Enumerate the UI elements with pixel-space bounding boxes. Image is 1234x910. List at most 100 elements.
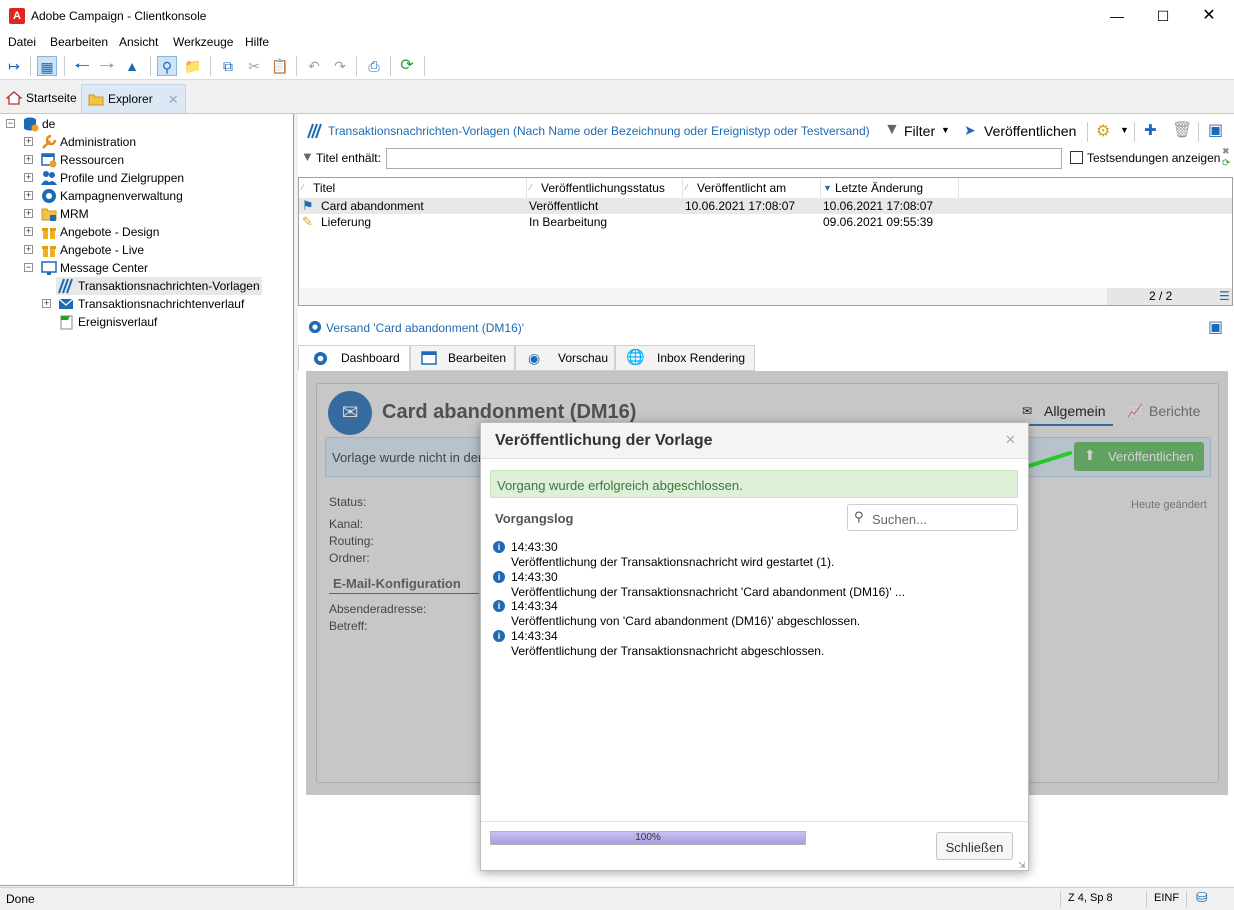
paste-icon[interactable]: 📋 — [270, 56, 290, 76]
minimize-icon[interactable]: — — [1094, 0, 1140, 32]
cell-modified: 10.06.2021 17:08:07 — [823, 199, 934, 213]
redo-icon[interactable]: ↷ — [330, 56, 350, 76]
tree-item-transaktionsnachrichten-vorlagen[interactable]: Transaktionsnachrichten-Vorlagen — [56, 277, 262, 295]
back-arrow-icon[interactable]: 🠐 — [72, 56, 92, 76]
folder-icon — [88, 94, 104, 106]
new-item-icon[interactable]: ✚ — [1144, 121, 1157, 139]
title-filter-input[interactable] — [386, 148, 1062, 169]
log-time: 14:43:34 — [511, 629, 558, 643]
tree-item-profile[interactable]: + Profile und Zielgruppen — [24, 169, 284, 187]
close-tab-icon[interactable]: ✕ — [168, 85, 179, 114]
collapse-icon[interactable]: − — [24, 263, 33, 272]
tab-explorer[interactable]: Explorer ✕ — [81, 84, 186, 113]
log-time: 14:43:34 — [511, 599, 558, 613]
undo-icon[interactable]: ↶ — [304, 56, 324, 76]
cut-icon[interactable]: ✂ — [244, 56, 264, 76]
expand-icon[interactable]: + — [24, 209, 33, 218]
search-view-icon[interactable]: ⚲ — [157, 56, 177, 76]
refresh-filter-icon[interactable]: ⟳ — [1222, 158, 1230, 169]
tree-item-kampagnenverwaltung[interactable]: + Kampagnenverwaltung — [24, 187, 284, 205]
print-icon[interactable]: ⎙ — [364, 56, 384, 76]
clear-filter-icon[interactable]: ✖ — [1222, 146, 1230, 157]
tab-inbox-rendering[interactable]: 🌐 Inbox Rendering — [615, 345, 755, 371]
collapse-icon[interactable]: − — [6, 119, 15, 128]
expand-icon[interactable]: + — [24, 137, 33, 146]
template-icon — [307, 123, 322, 139]
detail-title: Versand 'Card abandonment (DM16)' — [326, 321, 525, 335]
menu-werkzeuge[interactable]: Werkzeuge — [173, 35, 233, 49]
tab-bearbeiten[interactable]: Bearbeiten — [410, 345, 515, 371]
menu-bearbeiten[interactable]: Bearbeiten — [50, 35, 108, 49]
row-count: 2 / 2 — [1149, 289, 1173, 303]
gear-icon[interactable]: ⚙ — [1096, 121, 1110, 141]
forward-arrow-icon[interactable]: 🠒 — [97, 56, 117, 76]
tab-label: Dashboard — [341, 351, 400, 365]
column-label: Veröffentlicht am — [697, 181, 787, 195]
column-header-titel[interactable]: ⁄ Titel — [299, 178, 527, 198]
log-search-input[interactable]: ⚲ Suchen... — [847, 504, 1018, 531]
expand-icon[interactable]: + — [24, 173, 33, 182]
menu-lines-icon[interactable]: ☰ — [1219, 288, 1230, 305]
test-deliveries-checkbox[interactable] — [1070, 151, 1083, 164]
cell-title: Lieferung — [321, 215, 372, 229]
column-header-modified[interactable]: ▼ Letzte Änderung — [821, 178, 959, 198]
progress-label: 100% — [635, 832, 661, 843]
tree-item-transaktionsnachrichtenverlauf[interactable]: + Transaktionsnachrichtenverlauf — [42, 295, 282, 313]
expand-icon[interactable]: + — [24, 227, 33, 236]
tab-vorschau[interactable]: ◉ Vorschau — [515, 345, 615, 371]
copy-icon[interactable]: ⧉ — [218, 56, 238, 76]
chevron-down-icon[interactable]: ▼ — [1120, 125, 1129, 135]
detail-header: Versand 'Card abandonment (DM16)' ▣ — [298, 313, 1234, 341]
table-row[interactable]: ⚑ Card abandonment Veröffentlicht 10.06.… — [299, 198, 1232, 214]
cell-status: In Bearbeitung — [529, 215, 608, 229]
table-row[interactable]: ✎ Lieferung In Bearbeitung 09.06.2021 09… — [299, 214, 1232, 230]
info-icon: i — [493, 600, 505, 612]
tree-item-angebote-design[interactable]: + Angebote - Design — [24, 223, 284, 241]
maximize-icon[interactable]: ☐ — [1140, 0, 1186, 32]
tree-item-message-center[interactable]: − Message Center — [24, 259, 284, 277]
tree-item-angebote-live[interactable]: + Angebote - Live — [24, 241, 284, 259]
folder-icon[interactable]: 📁 — [183, 56, 203, 76]
tab-dashboard[interactable]: Dashboard — [298, 345, 410, 371]
resize-grip-icon[interactable]: ⇲ — [1018, 860, 1026, 871]
home-folder-icon[interactable]: ▲ — [122, 56, 142, 76]
edit-window-icon — [421, 351, 437, 365]
filter-icon: ▼ — [884, 121, 900, 138]
expand-icon[interactable]: + — [24, 191, 33, 200]
menu-datei[interactable]: Datei — [8, 35, 36, 49]
column-header-status[interactable]: ⁄ Veröffentlichungsstatus — [527, 178, 683, 198]
filter-button[interactable]: Filter — [904, 123, 935, 139]
publish-list-button[interactable]: Veröffentlichen — [984, 123, 1076, 139]
close-window-icon[interactable]: ✕ — [1186, 0, 1232, 32]
cell-status: Veröffentlicht — [529, 199, 599, 213]
close-icon[interactable]: ✕ — [1005, 432, 1016, 448]
envelope-icon — [58, 298, 74, 309]
expand-icon[interactable]: + — [42, 299, 51, 308]
column-header-published[interactable]: ⁄ Veröffentlicht am — [683, 178, 821, 198]
chevron-down-icon[interactable]: ▼ — [941, 125, 950, 135]
tab-startseite[interactable]: Startseite — [0, 84, 83, 113]
tree-item-mrm[interactable]: + MRM — [24, 205, 284, 223]
expand-icon[interactable]: + — [24, 245, 33, 254]
delete-icon[interactable]: 🗑 — [1172, 120, 1192, 140]
refresh-icon[interactable]: ⟳ — [397, 56, 417, 76]
sort-desc-icon: ▼ — [823, 183, 832, 193]
maximize-panel-icon[interactable]: ▣ — [1208, 120, 1223, 140]
menu-ansicht[interactable]: Ansicht — [119, 35, 158, 49]
tree-item-label: Ressourcen — [60, 153, 125, 167]
menu-hilfe[interactable]: Hilfe — [245, 35, 269, 49]
tree-root-de[interactable]: − de — [6, 115, 106, 133]
wrench-icon — [42, 134, 57, 149]
navigation-tree: − de + Administration + Ressourcen + Pro… — [0, 114, 294, 886]
pencil-icon: ✎ — [302, 214, 313, 229]
expand-icon[interactable]: + — [24, 155, 33, 164]
log-list: i 14:43:30 Veröffentlichung der Transakt… — [493, 539, 1013, 669]
maximize-detail-icon[interactable]: ▣ — [1208, 317, 1223, 337]
filter-row: ▼ Titel enthält: Testsendungen anzeigen … — [298, 146, 1234, 174]
tree-item-ressourcen[interactable]: + Ressourcen — [24, 151, 284, 169]
tree-item-ereignisverlauf[interactable]: Ereignisverlauf — [58, 313, 258, 331]
close-button[interactable]: Schließen — [936, 832, 1013, 860]
tree-item-administration[interactable]: + Administration — [24, 133, 284, 151]
login-icon[interactable]: ↦ — [4, 56, 24, 76]
explorer-view-icon[interactable]: ▦ — [37, 56, 57, 76]
